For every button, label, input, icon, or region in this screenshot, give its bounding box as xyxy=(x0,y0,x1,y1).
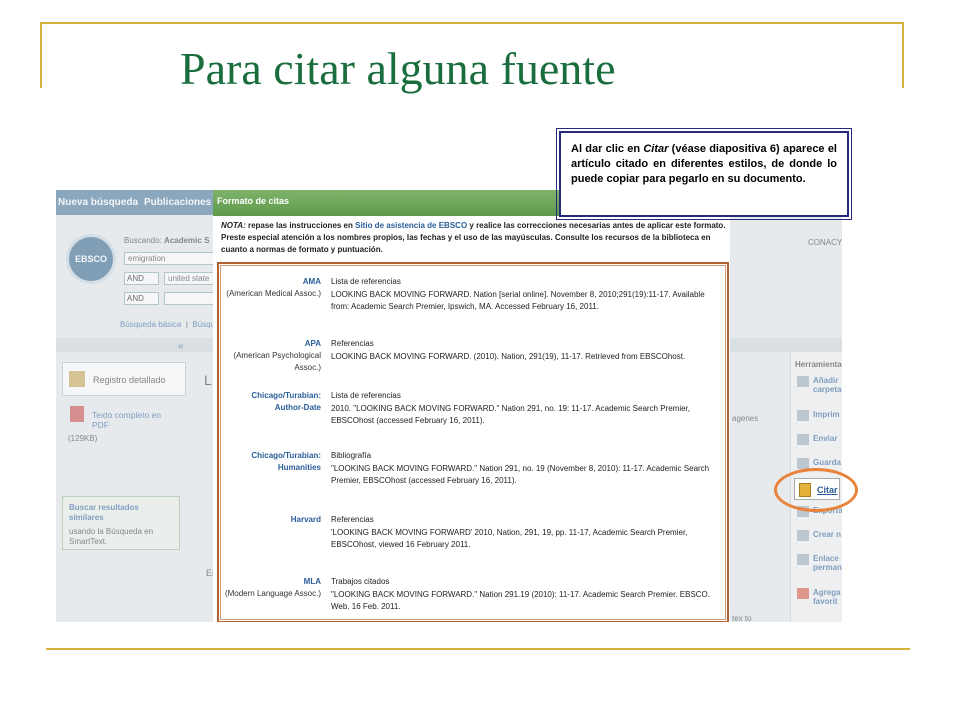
citation-ama: Lista de referencias LOOKING BACK MOVING … xyxy=(331,277,705,311)
folder-icon xyxy=(797,376,809,387)
detail-record-tab[interactable]: Registro detallado xyxy=(62,362,186,396)
tool-send[interactable]: Enviar xyxy=(813,434,837,443)
tool-print[interactable]: Imprim xyxy=(813,410,840,419)
similar-results-link[interactable]: Buscar resultados similares xyxy=(69,503,173,523)
article-letter: L xyxy=(204,372,212,388)
record-icon xyxy=(69,371,85,387)
pdf-fulltext-link[interactable]: Texto completo en PDF xyxy=(92,410,172,430)
style-harvard: Harvard xyxy=(290,515,321,524)
search-links: Búsqueda básica | Búsqued xyxy=(120,320,224,329)
user-label: CONACY xyxy=(808,238,842,247)
style-ama: AMA (American Medical Assoc.) xyxy=(226,277,321,298)
search-row-1-input[interactable]: united state xyxy=(164,272,214,285)
tool-add-folder[interactable]: Añadir carpeta xyxy=(813,376,842,394)
search-row-2-input[interactable] xyxy=(164,292,214,305)
style-mla: MLA (Modern Language Assoc.) xyxy=(224,577,321,598)
basic-search-link[interactable]: Búsqueda básica xyxy=(120,320,181,329)
email-icon xyxy=(797,434,809,445)
ebsco-logo: EBSCO xyxy=(66,234,116,284)
tool-favorites[interactable]: Agrega favorit xyxy=(813,588,842,606)
similar-results-box: Buscar resultados similares usando la Bú… xyxy=(62,496,180,550)
bool-select-2[interactable]: AND xyxy=(124,292,159,305)
link-icon xyxy=(797,554,809,565)
frame-bottom-rule xyxy=(46,648,910,650)
images-label: agenes xyxy=(732,414,759,423)
bool-select-1[interactable]: AND xyxy=(124,272,159,285)
favorites-icon xyxy=(797,588,809,599)
search-query-input[interactable]: emigration xyxy=(124,252,214,265)
publications-link[interactable]: Publicaciones xyxy=(144,197,211,208)
explanation-callout: Al dar clic en Citar (véase diapositiva … xyxy=(556,128,852,220)
tool-create-note[interactable]: Crear n xyxy=(813,530,841,539)
searching-label: Buscando: Academic S xyxy=(124,236,210,245)
ebsco-screenshot: Nueva búsqueda Publicaciones EBSCO Busca… xyxy=(56,190,842,622)
new-search-link[interactable]: Nueva búsqueda xyxy=(58,197,138,208)
ebsco-support-link[interactable]: Sitio de asistencia de EBSCO xyxy=(355,221,467,230)
dialog-note: NOTA: repase las instrucciones en Sitio … xyxy=(221,221,726,254)
citations-box: AMA (American Medical Assoc.) Lista de re… xyxy=(217,262,729,622)
style-chicago-humanities: Chicago/Turabian: Humanities xyxy=(251,451,321,472)
pdf-icon xyxy=(70,406,84,422)
citation-chicago-humanities: Bibliografía "LOOKING BACK MOVING FORWARD… xyxy=(331,451,710,485)
save-icon xyxy=(797,458,809,469)
style-apa: APA (American Psychological Assoc.) xyxy=(233,339,321,372)
frame-top-rule xyxy=(40,22,904,24)
tools-title: Herramienta xyxy=(795,360,842,369)
collapse-arrow[interactable]: « xyxy=(178,341,184,352)
citation-apa: Referencias LOOKING BACK MOVING FORWARD. … xyxy=(331,339,686,361)
note-icon xyxy=(797,530,809,541)
print-icon xyxy=(797,410,809,421)
style-chicago-author-date: Chicago/Turabian: Author-Date xyxy=(251,391,321,412)
tool-save[interactable]: Guarda xyxy=(813,458,841,467)
slide-title: Para citar alguna fuente xyxy=(180,43,616,94)
citation-mla: Trabajos citados "LOOKING BACK MOVING FOR… xyxy=(331,577,710,611)
cite-highlight-oval xyxy=(774,468,858,512)
citation-format-dialog: Formato de citas NOTA: repase las instru… xyxy=(213,190,730,622)
footer-text: tex to xyxy=(732,614,752,622)
frame-left-rule xyxy=(40,22,42,88)
citation-harvard: Referencias 'LOOKING BACK MOVING FORWARD'… xyxy=(331,515,688,549)
tool-permalink[interactable]: Enlace perman xyxy=(813,554,842,572)
pdf-size: (129KB) xyxy=(68,434,98,443)
frame-right-rule xyxy=(902,22,904,88)
citation-chicago-author-date: Lista de referencias 2010. "LOOKING BACK … xyxy=(331,391,691,425)
